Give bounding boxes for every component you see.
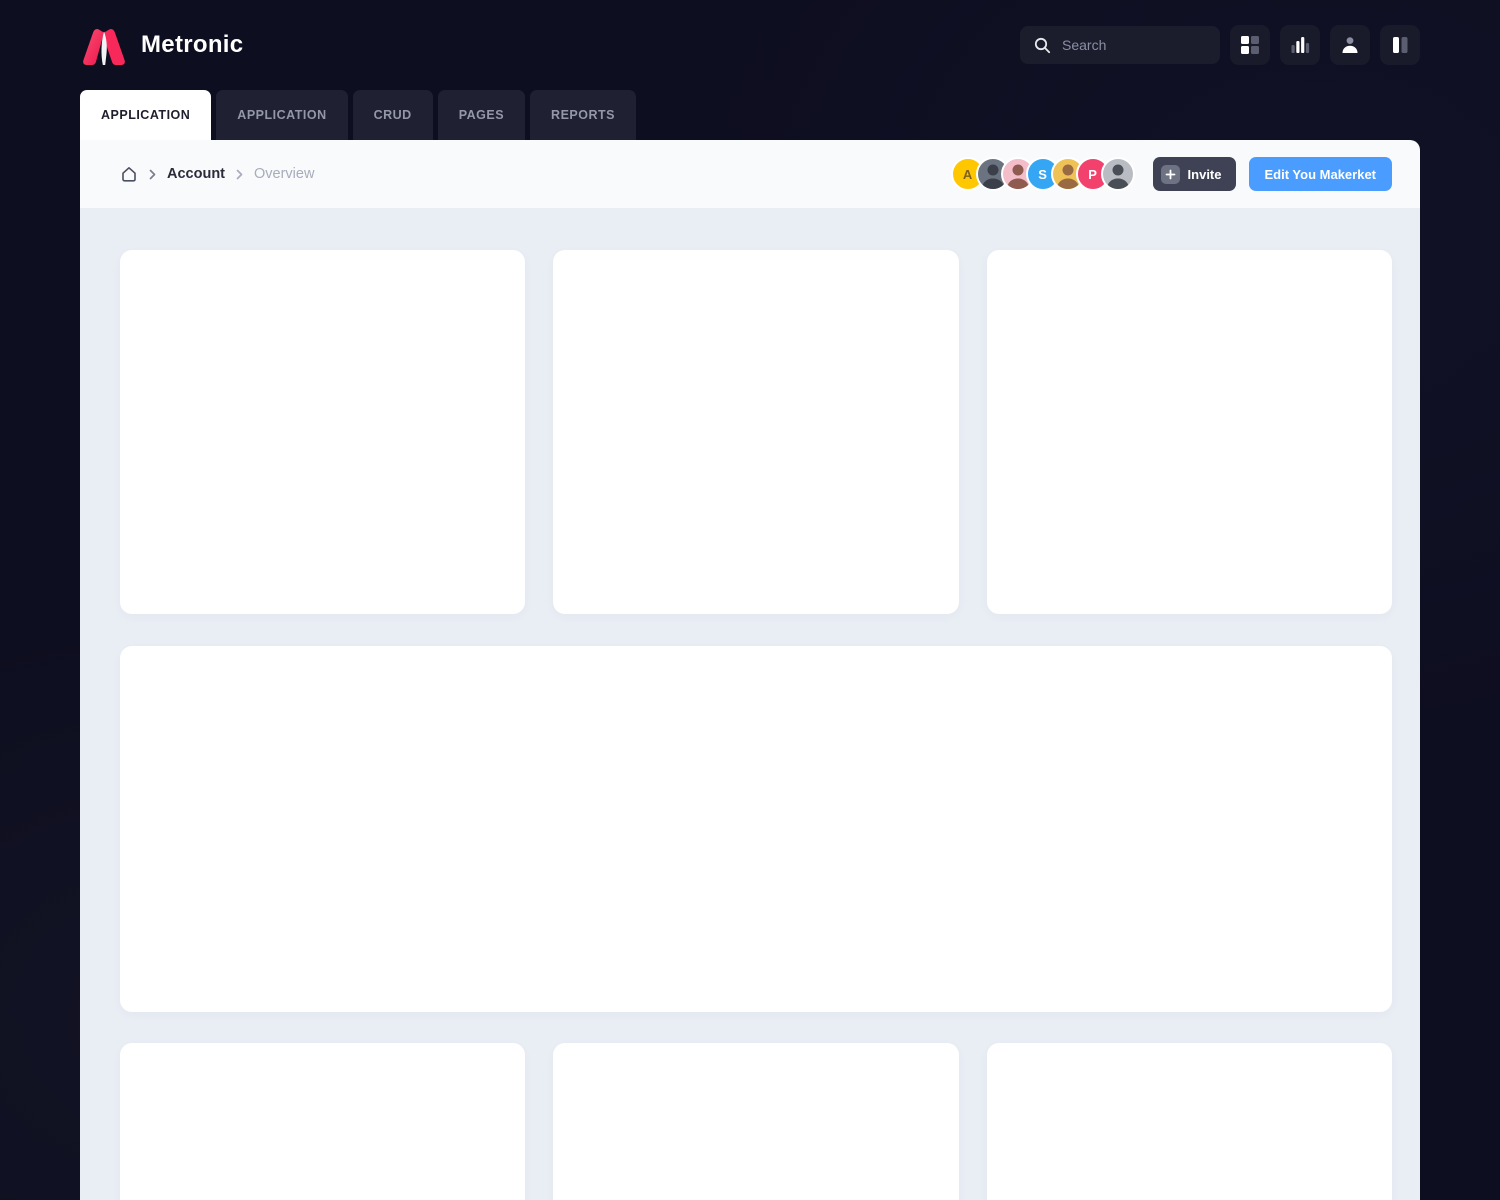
card-placeholder <box>987 1043 1392 1200</box>
top-header: Metronic <box>0 0 1500 90</box>
card-placeholder <box>120 250 525 614</box>
tab-application-active[interactable]: APPLICATION <box>80 90 211 140</box>
home-icon[interactable] <box>120 165 138 183</box>
breadcrumb: Account Overview <box>120 165 314 183</box>
plus-icon <box>1161 165 1180 184</box>
main-panel: Account Overview A S <box>80 140 1420 1200</box>
apps-grid-icon <box>1240 35 1260 55</box>
breadcrumb-bar: Account Overview A S <box>80 140 1420 208</box>
card-placeholder <box>987 250 1392 614</box>
content-area <box>80 208 1420 1200</box>
avatar-photo[interactable] <box>1101 157 1135 191</box>
tab-bar: APPLICATION APPLICATION CRUD PAGES REPOR… <box>0 90 1500 140</box>
avatar-group: A S P <box>951 157 1135 191</box>
invite-button[interactable]: Invite <box>1153 157 1236 191</box>
apps-grid-button[interactable] <box>1230 25 1270 65</box>
tab-application[interactable]: APPLICATION <box>216 90 347 140</box>
metronic-logo-icon <box>80 25 128 65</box>
search-icon <box>1034 37 1051 54</box>
brand[interactable]: Metronic <box>80 25 243 65</box>
tab-reports[interactable]: REPORTS <box>530 90 636 140</box>
top-card-row <box>120 250 1392 614</box>
breadcrumb-item-account[interactable]: Account <box>167 166 225 182</box>
split-columns-icon <box>1390 35 1410 55</box>
user-icon <box>1340 35 1360 55</box>
bottom-card-row <box>120 1043 1392 1200</box>
card-placeholder <box>553 250 958 614</box>
tab-pages[interactable]: PAGES <box>438 90 525 140</box>
card-placeholder <box>553 1043 958 1200</box>
topbar-actions <box>1020 25 1420 65</box>
invite-button-label: Invite <box>1188 167 1222 182</box>
edit-market-button[interactable]: Edit You Makerket <box>1249 157 1393 191</box>
bar-chart-button[interactable] <box>1280 25 1320 65</box>
page-background: Metronic <box>0 0 1500 1200</box>
chevron-right-icon <box>234 169 245 180</box>
tab-crud[interactable]: CRUD <box>353 90 433 140</box>
split-columns-button[interactable] <box>1380 25 1420 65</box>
search-box[interactable] <box>1020 26 1220 64</box>
card-placeholder <box>120 1043 525 1200</box>
user-button[interactable] <box>1330 25 1370 65</box>
bar-chart-icon <box>1290 35 1310 55</box>
search-input[interactable] <box>1062 37 1206 53</box>
breadcrumb-item-overview: Overview <box>254 166 314 182</box>
wide-card-placeholder <box>120 646 1392 1012</box>
chevron-right-icon <box>147 169 158 180</box>
breadcrumb-actions: A S P <box>951 157 1392 191</box>
brand-name: Metronic <box>141 31 243 59</box>
